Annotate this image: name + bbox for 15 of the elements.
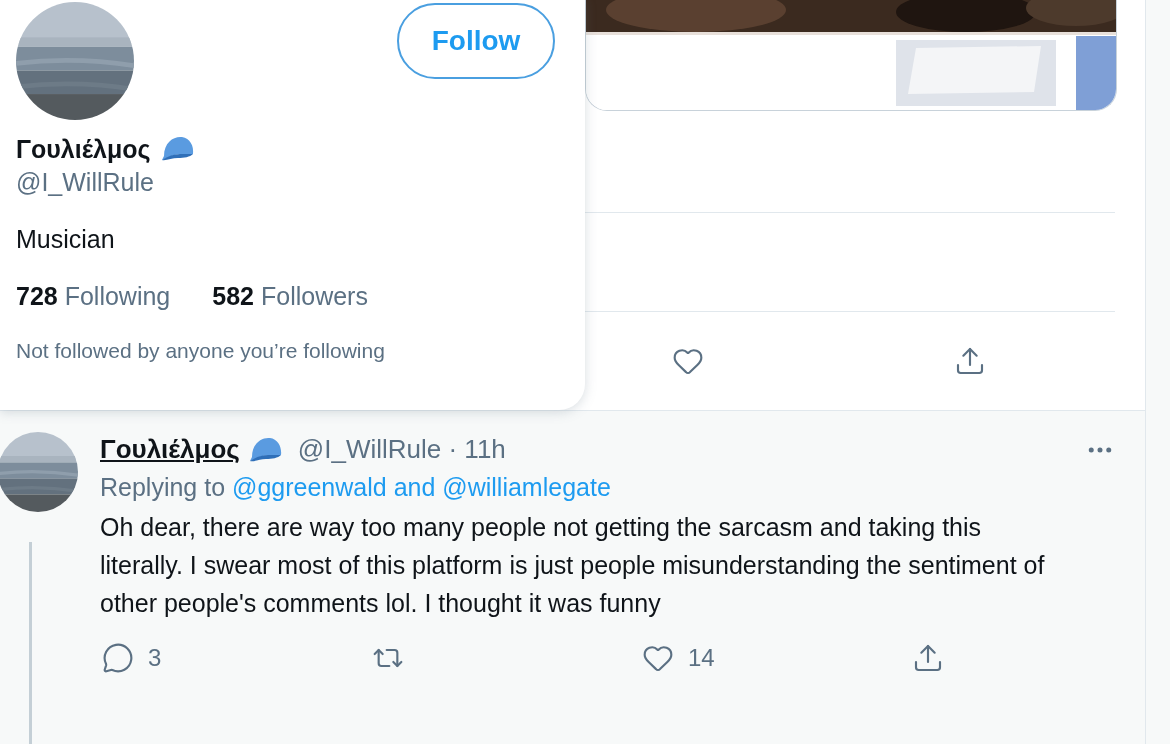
replying-to: Replying to @ggreenwald and @williamlegate [100,473,612,502]
action-count: 3 [148,644,162,672]
user-handle: @I_WillRule [16,168,155,197]
display-name: Γουλιέλμος [16,134,151,164]
tweet-meta: @I_WillRule · 11h [297,434,506,465]
follow-count-link[interactable]: 728 Following [16,282,171,311]
tweet-text: Oh dear, there are way too many people not getting the sarcasm and taking this literally. I swear most of this platform is just people misunderstanding the sentiment of other people's comments lol. I thought it was funny [100,512,1046,619]
followers-note: Not followed by anyone you’re following [16,339,386,363]
display-name[interactable]: Γουλιέλμος [100,434,240,465]
share-icon [912,642,944,674]
follow-count-link[interactable]: 582 Followers [212,282,368,311]
share-icon [954,345,986,377]
action-count: 14 [688,644,715,672]
bio: Musician [16,225,116,254]
speech-bubble-icon [102,642,134,674]
